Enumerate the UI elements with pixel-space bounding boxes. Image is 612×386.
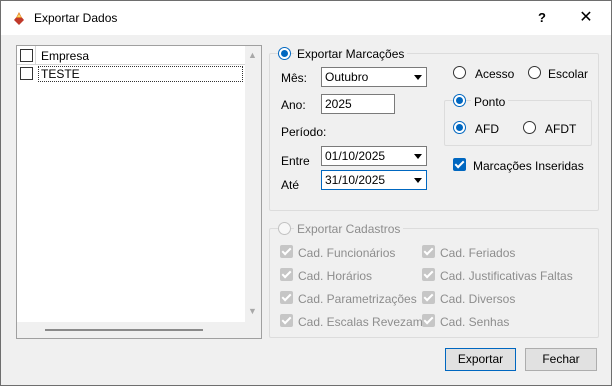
ponto-radio[interactable] [453, 94, 466, 107]
row-check-cell [17, 66, 36, 82]
mes-label: Mês: [281, 71, 308, 85]
export-button[interactable]: Exportar [445, 348, 516, 371]
entre-date-picker[interactable]: 01/10/2025 [321, 146, 427, 166]
export-cadastros-label: Exportar Cadastros [294, 222, 404, 236]
export-marcacoes-radio[interactable] [278, 47, 291, 60]
cad-feriados-label: Cad. Feriados [440, 246, 516, 260]
select-all-checkbox[interactable] [20, 49, 33, 62]
header-check-cell [17, 46, 36, 65]
list-item[interactable]: TESTE [17, 66, 245, 82]
horizontal-scrollbar[interactable] [17, 322, 245, 338]
acesso-radio[interactable] [453, 66, 466, 79]
cad-escalas-label: Cad. Escalas Revezam. [298, 315, 427, 329]
chevron-down-icon [414, 154, 422, 159]
title-bar: Exportar Dados ? ✕ [1, 1, 611, 35]
escolar-label[interactable]: Escolar [548, 67, 588, 81]
afdt-radio[interactable] [523, 121, 536, 134]
cad-diversos-checkbox [422, 291, 435, 304]
cad-escalas-checkbox [280, 314, 293, 327]
cad-senhas-checkbox [422, 314, 435, 327]
export-marcacoes-label[interactable]: Exportar Marcações [294, 47, 408, 61]
cad-justificativas-label: Cad. Justificativas Faltas [440, 269, 573, 283]
ano-value: 2025 [325, 97, 352, 111]
scroll-down-icon[interactable]: ▼ [248, 306, 257, 316]
chevron-down-icon [414, 178, 422, 183]
cad-horarios-checkbox [280, 268, 293, 281]
cad-horarios-label: Cad. Horários [298, 269, 373, 283]
row-checkbox[interactable] [20, 67, 33, 80]
marcacoes-inseridas-checkbox[interactable] [453, 158, 466, 171]
window-title: Exportar Dados [34, 11, 118, 25]
cad-parametrizacoes-checkbox [280, 291, 293, 304]
vertical-scrollbar[interactable]: ▲ ▼ [245, 46, 261, 338]
acesso-label[interactable]: Acesso [475, 67, 514, 81]
close-button[interactable]: Fechar [525, 348, 597, 371]
ano-label: Ano: [281, 98, 306, 112]
mes-select[interactable]: Outubro [321, 67, 427, 87]
horizontal-scroll-thumb[interactable] [45, 329, 203, 331]
cad-funcionarios-label: Cad. Funcionários [298, 246, 396, 260]
ano-input[interactable]: 2025 [321, 94, 395, 114]
afd-radio[interactable] [453, 121, 466, 134]
help-button[interactable]: ? [529, 5, 555, 31]
company-list[interactable]: Empresa TESTE ▲ ▼ [16, 45, 262, 339]
mes-value: Outubro [325, 70, 369, 84]
ponto-label[interactable]: Ponto [471, 95, 509, 109]
escolar-radio[interactable] [528, 66, 541, 79]
ate-label: Até [281, 178, 300, 192]
ate-value: 31/10/2025 [325, 173, 386, 187]
afd-label[interactable]: AFD [475, 122, 499, 136]
cad-diversos-label: Cad. Diversos [440, 292, 516, 306]
app-icon [14, 12, 24, 25]
column-header-empresa[interactable]: Empresa [41, 49, 89, 63]
cad-parametrizacoes-label: Cad. Parametrizações [298, 292, 417, 306]
marcacoes-inseridas-label[interactable]: Marcações Inseridas [473, 159, 584, 173]
export-dialog: Exportar Dados ? ✕ Empresa TESTE ▲ ▼ Exp… [0, 0, 612, 386]
cad-justificativas-checkbox [422, 268, 435, 281]
export-cadastros-radio [278, 222, 291, 235]
periodo-label: Período: [281, 125, 327, 139]
cad-senhas-label: Cad. Senhas [440, 315, 510, 329]
cad-feriados-checkbox [422, 245, 435, 258]
cad-funcionarios-checkbox [280, 245, 293, 258]
chevron-down-icon [414, 75, 422, 80]
entre-value: 01/10/2025 [325, 149, 386, 163]
ate-date-picker[interactable]: 31/10/2025 [321, 170, 427, 190]
scroll-up-icon[interactable]: ▲ [248, 50, 257, 60]
entre-label: Entre [281, 154, 310, 168]
row-label[interactable]: TESTE [38, 66, 243, 82]
afdt-label[interactable]: AFDT [545, 122, 576, 136]
list-header: Empresa [17, 46, 245, 65]
close-window-button[interactable]: ✕ [569, 5, 603, 31]
